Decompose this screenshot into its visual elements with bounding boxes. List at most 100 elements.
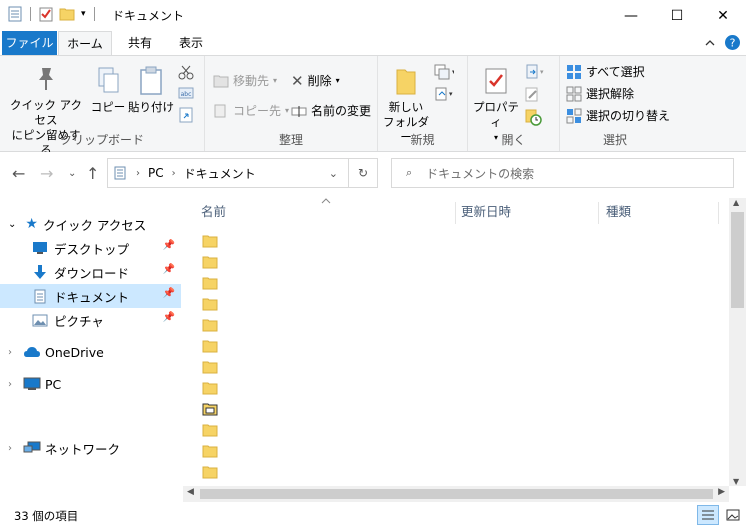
forward-icon[interactable]: → — [40, 164, 53, 183]
large-icons-view-button[interactable] — [722, 505, 744, 525]
history-icon[interactable] — [524, 108, 542, 126]
copy-to-icon — [214, 104, 226, 117]
svg-text:▾: ▾ — [540, 68, 544, 76]
qat-dropdown-icon[interactable]: ▾ — [81, 9, 86, 19]
move-to-button[interactable]: 移動先 ▾ — [213, 72, 277, 89]
column-header-modified[interactable]: 更新日時 — [461, 204, 511, 228]
folder-icon[interactable] — [202, 444, 218, 458]
vertical-scrollbar[interactable]: ▲ ▼ — [729, 198, 746, 486]
address-dropdown-icon[interactable]: ⌄ — [329, 167, 338, 180]
delete-button[interactable]: ✕ 削除 ▾ — [291, 72, 340, 89]
help-icon[interactable]: ? — [724, 34, 741, 51]
invert-selection-button[interactable]: 選択の切り替え — [566, 107, 670, 124]
properties-icon[interactable] — [39, 6, 53, 22]
scroll-left-icon[interactable]: ◀ — [187, 487, 194, 497]
tab-file[interactable]: ファイル — [2, 31, 57, 55]
nav-item-pictures[interactable]: ピクチャ 📌 — [0, 308, 181, 332]
folder-icon[interactable] — [202, 360, 218, 374]
easy-access-icon[interactable]: ▾ — [434, 86, 454, 102]
new-folder-icon[interactable] — [59, 7, 75, 21]
scroll-down-icon[interactable]: ▼ — [733, 477, 739, 486]
folder-icon[interactable] — [202, 318, 218, 332]
horizontal-scrollbar[interactable]: ◀ ▶ — [183, 486, 729, 502]
address-bar[interactable]: › PC › ドキュメント ⌄ — [107, 158, 349, 188]
select-all-button[interactable]: すべて選択 — [566, 63, 645, 80]
column-header-name[interactable]: 名前 — [201, 204, 226, 228]
back-icon[interactable]: ← — [12, 164, 25, 183]
select-group-label: 選択 — [602, 133, 627, 147]
recent-locations-icon[interactable]: ⌄ — [68, 168, 76, 179]
nav-onedrive[interactable]: › OneDrive — [0, 340, 181, 364]
vertical-scroll-thumb[interactable] — [731, 212, 744, 308]
folder-icon[interactable] — [202, 234, 218, 248]
document-icon — [8, 6, 22, 22]
ribbon-tabs: ファイル ホーム 共有 表示 ? — [0, 31, 746, 56]
select-none-icon — [566, 86, 582, 101]
download-icon — [34, 265, 46, 279]
new-folder-icon — [396, 69, 416, 95]
nav-quick-access[interactable]: ⌄ ★ クイック アクセス — [0, 212, 181, 236]
new-item-icon[interactable]: ▾ — [434, 64, 454, 80]
folder-icon[interactable] — [202, 465, 218, 479]
copy-button[interactable]: コピー — [90, 66, 126, 115]
column-header-type[interactable]: 種類 — [606, 204, 631, 228]
window-title: ドキュメント — [112, 9, 185, 23]
invert-selection-icon — [566, 108, 582, 123]
special-folder-icon[interactable] — [202, 402, 218, 416]
details-view-button[interactable] — [697, 505, 719, 525]
expand-icon[interactable]: ⌄ — [8, 219, 16, 230]
paste-button[interactable]: 貼り付け — [128, 66, 174, 115]
expand-icon[interactable]: › — [8, 347, 12, 358]
search-icon: ⌕ — [406, 166, 413, 179]
open-icon[interactable]: ▾ — [524, 64, 546, 80]
organize-group: 移動先 ▾ コピー先 ▾ ✕ 削除 ▾ 名前の変更 整理 — [205, 56, 378, 151]
pin-icon: 📌 — [162, 288, 175, 299]
computer-icon — [23, 377, 41, 390]
folder-icon[interactable] — [202, 255, 218, 269]
tab-share[interactable]: 共有 — [117, 31, 163, 55]
file-list: 名前 更新日時 種類 — [188, 196, 728, 486]
copy-to-button[interactable]: コピー先 ▾ — [213, 102, 289, 119]
close-button[interactable]: ✕ — [700, 0, 746, 31]
pin-icon: 📌 — [162, 240, 175, 251]
folder-icon[interactable] — [202, 276, 218, 290]
rename-button[interactable]: 名前の変更 — [291, 102, 371, 119]
pictures-icon — [32, 314, 48, 326]
copy-path-icon[interactable]: abc — [178, 86, 194, 100]
scroll-right-icon[interactable]: ▶ — [718, 487, 725, 497]
up-icon[interactable]: ↑ — [86, 164, 99, 183]
tab-home[interactable]: ホーム — [58, 31, 112, 56]
new-group: 新しい フォルダー ▾ ▾ 新規 — [378, 56, 468, 151]
horizontal-scroll-thumb[interactable] — [200, 489, 713, 499]
nav-item-desktop[interactable]: デスクトップ 📌 — [0, 236, 181, 260]
refresh-button[interactable]: ↻ — [348, 158, 378, 188]
nav-pc[interactable]: › PC — [0, 372, 181, 396]
pin-icon — [39, 68, 53, 90]
tab-view[interactable]: 表示 — [168, 31, 214, 55]
search-box[interactable]: ⌕ ドキュメントの検索 — [391, 158, 734, 188]
select-none-button[interactable]: 選択解除 — [566, 85, 634, 102]
breadcrumb-documents[interactable]: ドキュメント — [184, 165, 256, 182]
paste-icon — [140, 66, 162, 95]
nav-item-documents[interactable]: ドキュメント 📌 — [0, 284, 181, 308]
folder-icon[interactable] — [202, 297, 218, 311]
breadcrumb-pc[interactable]: PC — [148, 166, 164, 180]
expand-icon[interactable]: › — [8, 443, 12, 454]
maximize-button[interactable]: ☐ — [654, 0, 700, 31]
folder-icon[interactable] — [202, 381, 218, 395]
paste-shortcut-icon[interactable] — [178, 106, 194, 124]
svg-text:?: ? — [730, 37, 736, 50]
edit-icon[interactable] — [524, 86, 540, 102]
minimize-button[interactable]: — — [608, 0, 654, 31]
scroll-up-icon[interactable]: ▲ — [733, 198, 739, 207]
expand-icon[interactable]: › — [8, 379, 12, 390]
status-bar: 33 個の項目 — [0, 503, 746, 527]
folder-icon[interactable] — [202, 339, 218, 353]
ribbon: クイック アクセス にピン留めする コピー 貼り付け abc クリップボード 移… — [0, 55, 746, 157]
folder-icon[interactable] — [202, 423, 218, 437]
nav-item-downloads[interactable]: ダウンロード 📌 — [0, 260, 181, 284]
nav-network[interactable]: › ネットワーク — [0, 436, 181, 460]
cut-icon[interactable] — [178, 64, 194, 80]
collapse-ribbon-icon[interactable] — [704, 37, 716, 49]
properties-icon — [485, 68, 507, 94]
